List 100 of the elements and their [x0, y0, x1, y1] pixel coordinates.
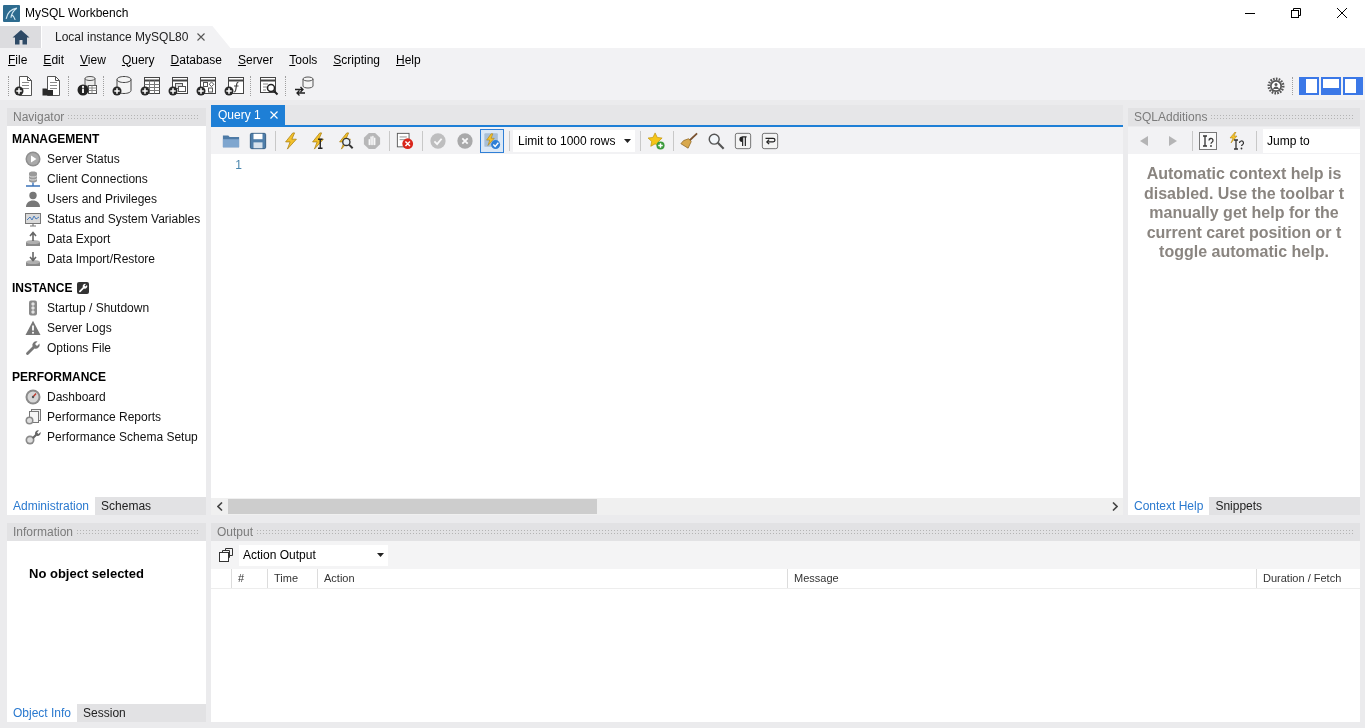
shapes-plus-icon[interactable]	[196, 75, 216, 96]
left-panel-icon[interactable]	[1299, 76, 1319, 95]
navigator-item[interactable]: Server Status	[12, 149, 201, 169]
documents-gauge-icon	[25, 409, 41, 425]
database-arrows-icon[interactable]	[294, 75, 314, 96]
bottom-panel-icon[interactable]	[1321, 76, 1341, 95]
section-heading: INSTANCE	[12, 280, 73, 296]
document-x-icon	[396, 131, 414, 150]
check-circle-icon	[429, 131, 447, 150]
scrollbar-thumb[interactable]	[228, 499, 597, 514]
star-plus-icon	[647, 131, 665, 150]
lightning-question-icon	[1228, 131, 1246, 150]
panel-tab[interactable]: Object Info	[7, 704, 78, 722]
navigator-item[interactable]: Dashboard	[12, 387, 201, 407]
play-circle-icon	[25, 151, 41, 167]
lightning-icon	[282, 131, 300, 150]
navigator-item[interactable]: Client Connections	[12, 169, 201, 189]
person-gear-icon[interactable]	[1267, 76, 1285, 95]
document-folder-icon[interactable]	[42, 75, 62, 96]
caret-icon	[377, 553, 384, 557]
database-plus-icon[interactable]	[112, 75, 132, 96]
section-heading: MANAGEMENT	[12, 131, 100, 147]
column-header: Duration / Fetch	[1256, 569, 1360, 588]
menu-item[interactable]: Edit	[35, 49, 73, 70]
connection-tab[interactable]: Local instance MySQL80	[42, 26, 231, 48]
function-plus-icon[interactable]	[224, 75, 244, 96]
close-icon[interactable]	[1337, 8, 1347, 18]
panel-tab[interactable]: Administration	[7, 497, 96, 515]
copy-icon[interactable]	[219, 548, 233, 562]
window-title: MySQL Workbench	[25, 5, 129, 21]
gauge-wrench-icon	[25, 429, 41, 445]
download-icon	[25, 251, 41, 267]
navigator-item[interactable]: Users and Privileges	[12, 189, 201, 209]
menu-item[interactable]: Help	[388, 49, 429, 70]
chevron-right-icon[interactable]	[1111, 502, 1118, 511]
search-icon	[707, 131, 725, 150]
navigator-item[interactable]: Performance Reports	[12, 407, 201, 427]
menu-item[interactable]: Scripting	[325, 49, 388, 70]
windows-plus-icon[interactable]	[168, 75, 188, 96]
navigator-item[interactable]: Status and System Variables	[12, 209, 201, 229]
navigator-item[interactable]: Performance Schema Setup	[12, 427, 201, 447]
navigator-item[interactable]: Data Import/Restore	[12, 249, 201, 269]
back-icon	[1140, 135, 1148, 146]
chevron-left-icon[interactable]	[216, 502, 223, 511]
panel-title: Output	[217, 524, 254, 540]
navigator-item[interactable]: Data Export	[12, 229, 201, 249]
app-logo-icon	[3, 4, 20, 22]
section-heading: PERFORMANCE	[12, 369, 106, 385]
menu-item[interactable]: Tools	[281, 49, 326, 70]
column-header: #	[231, 569, 267, 588]
menu-item[interactable]: File	[0, 49, 36, 70]
query-tab[interactable]: Query 1	[211, 105, 285, 125]
table-plus-icon[interactable]	[140, 75, 160, 96]
table-magnifier-icon[interactable]	[259, 75, 279, 96]
close-icon[interactable]	[197, 33, 206, 41]
pilcrow-icon	[734, 131, 752, 150]
column-header: Time	[267, 569, 317, 588]
menu-item[interactable]: Query	[113, 49, 163, 70]
sql-editor[interactable]: 1	[211, 154, 1123, 498]
panel-title: Navigator	[13, 109, 65, 125]
line-number: 1	[234, 158, 242, 172]
home-icon	[11, 29, 30, 45]
horizontal-scrollbar[interactable]	[211, 498, 1123, 515]
column-header: Action	[317, 569, 787, 588]
caret-icon	[624, 138, 631, 143]
no-selection-message: No object selected	[28, 565, 145, 581]
navigator-item[interactable]: Startup / Shutdown	[12, 298, 201, 318]
person-icon	[25, 191, 41, 207]
jump-to-field[interactable]: Jump to	[1263, 128, 1360, 153]
menu-item[interactable]: Database	[162, 49, 230, 70]
output-type-dropdown[interactable]: Action Output	[239, 544, 388, 566]
minimize-icon[interactable]	[1245, 12, 1255, 14]
row-limit-dropdown[interactable]: Limit to 1000 rows	[513, 129, 635, 152]
panel-title: SQLAdditions	[1134, 109, 1208, 125]
gauge-icon	[25, 389, 41, 405]
lightning-magnifier-icon	[336, 131, 354, 150]
database-info-icon[interactable]	[77, 75, 97, 96]
lightning-cursor-icon	[309, 131, 327, 150]
lightning-check-icon	[483, 131, 501, 150]
wrap-icon	[761, 131, 779, 150]
restore-icon[interactable]	[1291, 8, 1301, 18]
database-network-icon	[25, 171, 41, 187]
document-plus-icon[interactable]	[14, 75, 34, 96]
stop-hand-icon	[363, 131, 381, 150]
menu-item[interactable]: Server	[229, 49, 282, 70]
warning-icon	[25, 320, 41, 336]
forward-icon	[1169, 135, 1177, 146]
home-tab[interactable]	[0, 26, 41, 48]
monitor-chart-icon	[25, 211, 41, 227]
navigator-item[interactable]: Options File	[12, 338, 201, 358]
wrench-square-icon	[77, 282, 90, 294]
navigator-item[interactable]: Server Logs	[12, 318, 201, 338]
panel-title: Information	[13, 524, 74, 540]
panel-tab[interactable]: Context Help	[1128, 497, 1210, 515]
menu-item[interactable]: View	[72, 49, 114, 70]
autocommit-toggle[interactable]	[480, 128, 504, 153]
broom-icon	[680, 131, 698, 150]
cursor-question-icon	[1199, 131, 1217, 150]
context-help-text: Automatic context help is disabled. Use the toolbar t manually get help for the current caret position or t toggle automatic help.	[1143, 164, 1345, 262]
right-panel-icon[interactable]	[1343, 76, 1363, 95]
